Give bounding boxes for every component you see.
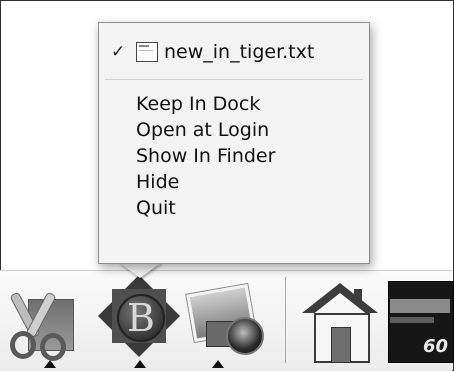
running-indicator-icon [134, 360, 146, 368]
menu-item-open-at-login[interactable]: Open at Login [136, 119, 269, 142]
running-indicator-icon [44, 360, 56, 368]
menu-pointer [118, 262, 162, 278]
home-folder-icon[interactable] [298, 283, 384, 363]
menu-item-keep-in-dock[interactable]: Keep In Dock [136, 93, 260, 116]
menu-separator [105, 79, 363, 80]
menu-window-item[interactable]: ✓ new_in_tiger.txt [99, 37, 369, 67]
dock-divider [285, 277, 286, 363]
book-thumbnail-icon[interactable]: 60 [386, 281, 454, 363]
iphoto-icon[interactable] [186, 281, 266, 361]
scissors-app-icon[interactable] [9, 285, 82, 361]
book-badge: 60 [422, 336, 448, 357]
dock: B 60 [0, 270, 454, 371]
menu-item-hide[interactable]: Hide [136, 171, 179, 194]
menu-item-show-in-finder[interactable]: Show In Finder [136, 145, 275, 168]
b-app-icon[interactable]: B [97, 274, 181, 363]
running-indicator-icon [212, 360, 224, 368]
text-document-icon [136, 42, 158, 62]
menu-item-quit[interactable]: Quit [136, 197, 176, 220]
window-file-name: new_in_tiger.txt [164, 41, 315, 63]
checkmark-icon: ✓ [111, 42, 126, 62]
dock-context-menu: ✓ new_in_tiger.txt Keep In Dock Open at … [98, 22, 370, 264]
